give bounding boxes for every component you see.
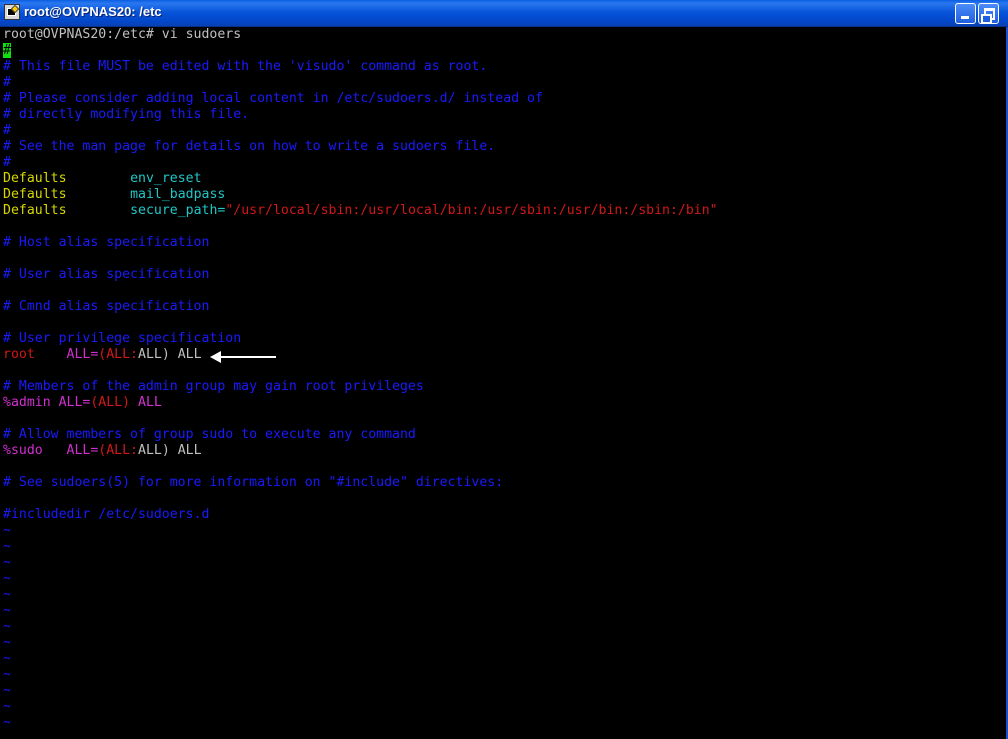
comment-line: # Please consider adding local content i… [3,91,543,106]
comment-line: # Cmnd alias specification [3,299,210,314]
shell-prompt-line: root@OVPNAS20:/etc# vi sudoers [3,27,242,42]
comment-line: # directly modifying this file. [3,107,250,122]
sudo-privilege-line: %sudo ALL=(ALL:ALL) ALL [0,443,1008,459]
includedir-line: #includedir /etc/sudoers.d [3,507,210,522]
admin-privilege-line: %admin ALL=(ALL) ALL [0,395,1008,411]
tilde-line: ~ [3,635,11,650]
secure-path-string: "/usr/local/sbin:/usr/local/bin:/usr/sbi… [225,203,718,218]
window-title: root@OVPNAS20: /etc [24,4,162,19]
rule-user: root [3,347,35,362]
tilde-line: ~ [3,523,11,538]
tilde-line: ~ [3,619,11,634]
comment-line: # See the man page for details on how to… [3,139,496,154]
comment-line: # [3,155,11,170]
tilde-line: ~ [3,699,11,714]
defaults-keyword: Defaults [3,171,67,186]
rule-host: ALL= [66,443,99,458]
tilde-line: ~ [3,587,11,602]
tilde-line: ~ [3,603,11,618]
putty-app-icon[interactable] [4,4,20,20]
text-cursor: # [3,43,11,58]
title-bar[interactable]: root@OVPNAS20: /etc [0,0,1008,27]
restore-icon [981,8,995,24]
rule-host: ALL= [66,347,99,362]
tilde-line: ~ [3,651,11,666]
defaults-keyword: Defaults [3,203,67,218]
defaults-value: env_reset [130,171,202,186]
rule-user: %sudo [3,443,43,458]
rule-runas: (ALL: [98,443,138,458]
comment-line: # Members of the admin group may gain ro… [3,379,424,394]
restore-button[interactable] [978,3,999,24]
defaults-value: secure_path= [130,203,226,218]
rule-user: %admin [3,395,51,410]
rule-command: ALL [169,347,202,362]
rule-runas: (ALL) [90,395,131,410]
annotation-arrow-icon [210,351,278,363]
comment-line: # See sudoers(5) for more information on… [3,475,504,490]
rule-runas-group: ALL) [138,347,170,362]
minimize-icon [961,16,969,19]
root-privilege-line: root ALL=(ALL:ALL) ALL [0,347,1008,363]
editor-line: # [0,43,1008,59]
terminal-screen[interactable]: root@OVPNAS20:/etc# vi sudoers # # This … [0,27,1008,739]
comment-line: # User privilege specification [3,331,242,346]
tilde-line: ~ [3,715,11,730]
tilde-line: ~ [3,571,11,586]
tilde-line: ~ [3,683,11,698]
comment-line: # [3,75,11,90]
rule-command: ALL [130,395,162,410]
minimize-button[interactable] [955,3,976,24]
tilde-line: ~ [3,555,11,570]
tilde-line: ~ [3,667,11,682]
defaults-line: Defaults secure_path="/usr/local/sbin:/u… [0,203,1008,219]
defaults-value: mail_badpass [130,187,226,202]
rule-command: ALL [169,443,202,458]
comment-line: # This file MUST be edited with the 'vis… [3,59,488,74]
comment-line: # Allow members of group sudo to execute… [3,427,416,442]
rule-host: ALL= [58,395,91,410]
comment-line: # Host alias specification [3,235,210,250]
defaults-line: Defaults mail_badpass [0,187,1008,203]
tilde-line: ~ [3,539,11,554]
rule-runas: (ALL: [98,347,138,362]
comment-line: # User alias specification [3,267,210,282]
defaults-keyword: Defaults [3,187,67,202]
rule-runas-group: ALL) [138,443,170,458]
comment-line: # [3,123,11,138]
defaults-line: Defaults env_reset [0,171,1008,187]
